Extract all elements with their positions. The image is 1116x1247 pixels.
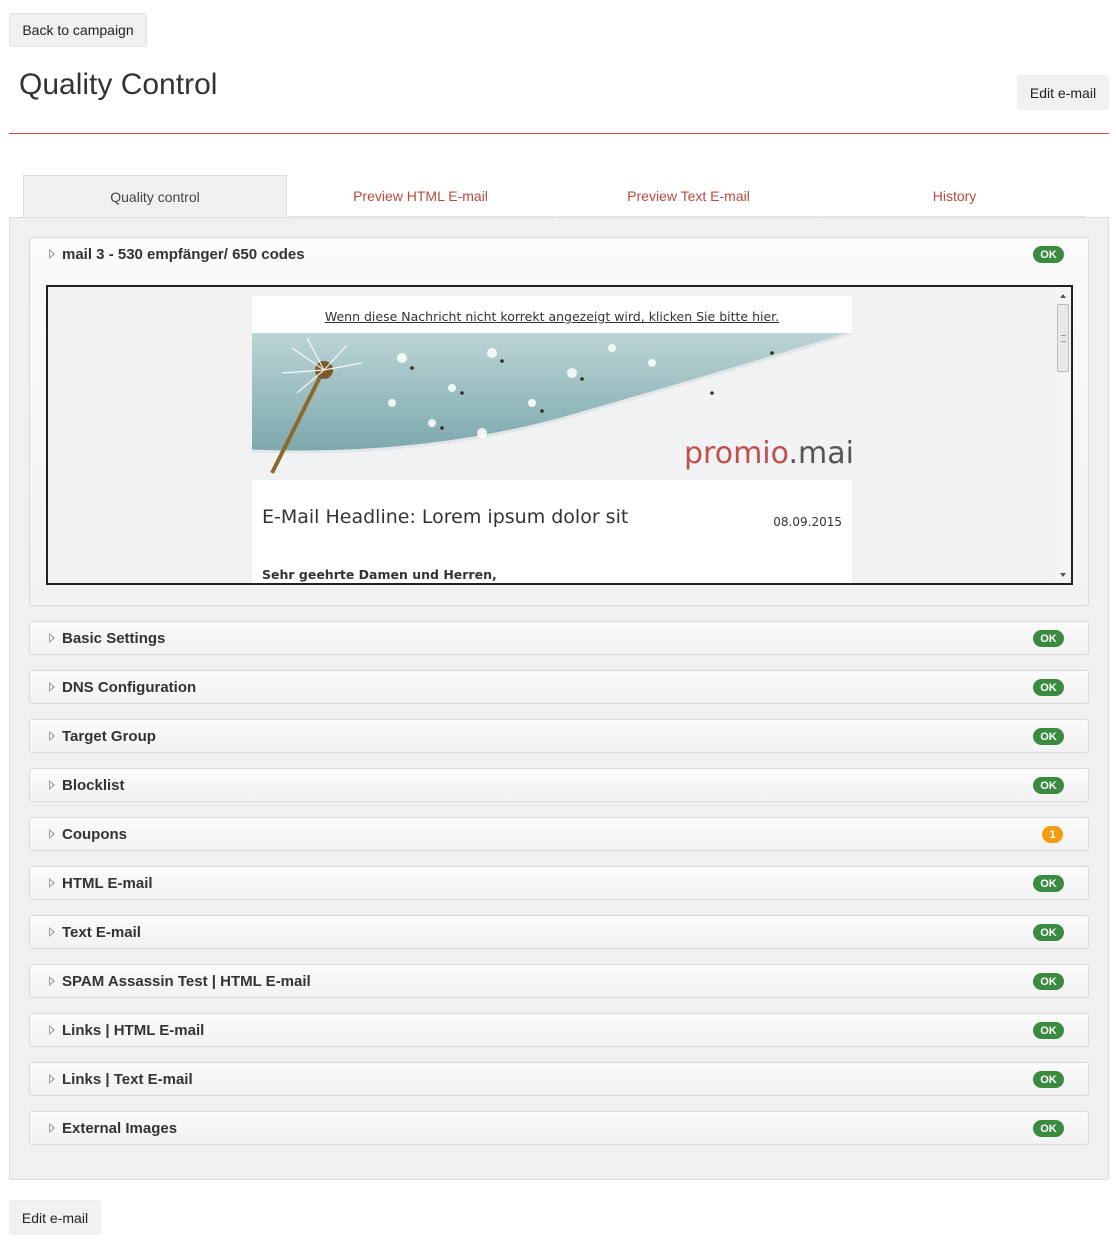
- expand-triangle-icon: [49, 829, 55, 839]
- check-label: Links | Text E-mail: [62, 1071, 193, 1088]
- check-blocklist[interactable]: Blocklist OK: [29, 768, 1089, 802]
- preview-scrollbar[interactable]: [1054, 287, 1071, 583]
- status-badge: OK: [1033, 1120, 1064, 1137]
- hero-banner-image: promio.mail: [252, 333, 852, 480]
- tab-preview-html[interactable]: Preview HTML E-mail: [287, 175, 554, 217]
- status-badge: OK: [1033, 246, 1064, 263]
- expand-triangle-icon: [49, 682, 55, 692]
- expand-triangle-icon: [49, 927, 55, 937]
- check-links-text[interactable]: Links | Text E-mail OK: [29, 1062, 1089, 1096]
- check-target-group[interactable]: Target Group OK: [29, 719, 1089, 753]
- expand-triangle-icon: [49, 780, 55, 790]
- check-label: External Images: [62, 1120, 178, 1137]
- expand-triangle-icon: [49, 249, 55, 259]
- mail-section-header[interactable]: mail 3 - 530 empfänger/ 650 codes OK: [30, 238, 1088, 270]
- warning-count-badge: 1: [1042, 826, 1063, 843]
- status-badge: OK: [1033, 924, 1064, 941]
- check-coupons[interactable]: Coupons 1: [29, 817, 1089, 851]
- check-label: Text E-mail: [62, 924, 141, 941]
- tab-quality-control[interactable]: Quality control: [23, 175, 287, 217]
- page-title: Quality Control: [19, 68, 218, 101]
- check-label: SPAM Assassin Test | HTML E-mail: [62, 973, 311, 990]
- check-label: Links | HTML E-mail: [62, 1022, 205, 1039]
- back-to-campaign-button[interactable]: Back to campaign: [9, 13, 147, 47]
- check-basic-settings[interactable]: Basic Settings OK: [29, 621, 1089, 655]
- check-html-email[interactable]: HTML E-mail OK: [29, 866, 1089, 900]
- check-spam-assassin[interactable]: SPAM Assassin Test | HTML E-mail OK: [29, 964, 1089, 998]
- expand-triangle-icon: [49, 731, 55, 741]
- email-headline: E-Mail Headline: Lorem ipsum dolor sit: [262, 506, 629, 528]
- expand-triangle-icon: [49, 878, 55, 888]
- expand-triangle-icon: [49, 1025, 55, 1035]
- email-greeting: Sehr geehrte Damen und Herren,: [262, 567, 497, 582]
- check-external-images[interactable]: External Images OK: [29, 1111, 1089, 1145]
- scroll-thumb[interactable]: [1057, 304, 1069, 372]
- email-preview-frame[interactable]: Wenn diese Nachricht nicht korrekt angez…: [46, 285, 1073, 585]
- check-dns-configuration[interactable]: DNS Configuration OK: [29, 670, 1089, 704]
- check-label: HTML E-mail: [62, 875, 153, 892]
- view-in-browser-link[interactable]: Wenn diese Nachricht nicht korrekt angez…: [252, 309, 852, 324]
- mail-section-title: mail 3 - 530 empfänger/ 650 codes: [62, 246, 305, 263]
- status-badge: OK: [1033, 728, 1064, 745]
- scroll-up-icon[interactable]: [1060, 294, 1066, 298]
- status-badge: OK: [1033, 973, 1064, 990]
- status-badge: OK: [1033, 679, 1064, 696]
- status-badge: OK: [1033, 630, 1064, 647]
- expand-triangle-icon: [49, 1074, 55, 1084]
- status-badge: OK: [1033, 777, 1064, 794]
- email-date: 08.09.2015: [773, 515, 842, 529]
- check-links-html[interactable]: Links | HTML E-mail OK: [29, 1013, 1089, 1047]
- brand-logo: promio.mail: [684, 436, 852, 471]
- tab-preview-text[interactable]: Preview Text E-mail: [556, 175, 821, 217]
- edit-email-button-bottom[interactable]: Edit e-mail: [9, 1200, 101, 1235]
- check-text-email[interactable]: Text E-mail OK: [29, 915, 1089, 949]
- status-badge: OK: [1033, 1022, 1064, 1039]
- check-label: Target Group: [62, 728, 156, 745]
- check-label: DNS Configuration: [62, 679, 197, 696]
- tab-history[interactable]: History: [823, 175, 1086, 217]
- expand-triangle-icon: [49, 976, 55, 986]
- scroll-down-icon[interactable]: [1060, 573, 1066, 577]
- email-body: Wenn diese Nachricht nicht korrekt angez…: [252, 296, 852, 583]
- check-label: Basic Settings: [62, 630, 166, 647]
- status-badge: OK: [1033, 1071, 1064, 1088]
- title-divider: [9, 133, 1109, 134]
- edit-email-button-top[interactable]: Edit e-mail: [1017, 75, 1109, 110]
- mail-section: mail 3 - 530 empfänger/ 650 codes OK Wen…: [29, 237, 1089, 606]
- expand-triangle-icon: [49, 1123, 55, 1133]
- check-label: Blocklist: [62, 777, 125, 794]
- status-badge: OK: [1033, 875, 1064, 892]
- check-label: Coupons: [62, 826, 127, 843]
- expand-triangle-icon: [49, 633, 55, 643]
